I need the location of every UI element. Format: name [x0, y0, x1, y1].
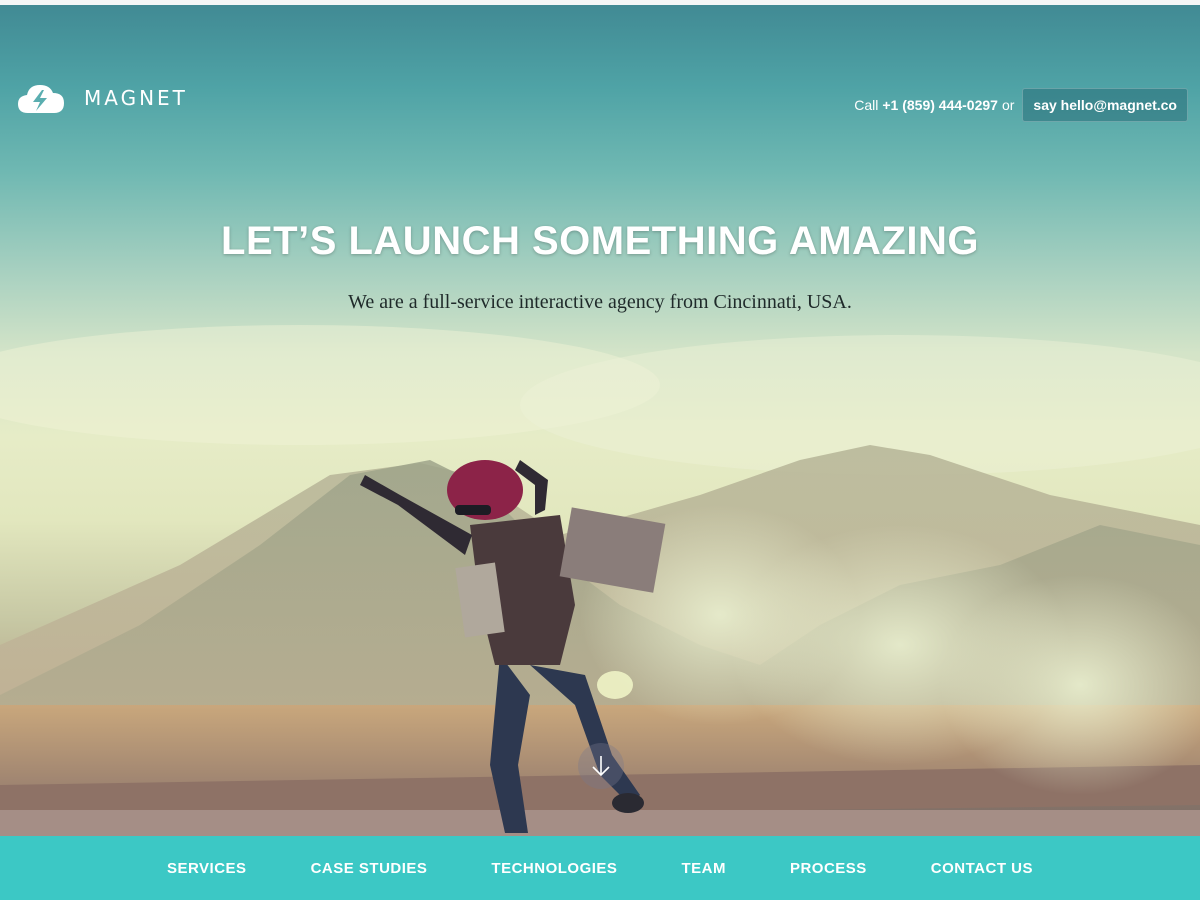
hero-section: MAGNET Call +1 (859) 444-0297 or say hel… — [0, 5, 1200, 836]
nav-item-process[interactable]: PROCESS — [790, 860, 867, 877]
nav-item-team[interactable]: TEAM — [681, 860, 726, 877]
nav-item-case-studies[interactable]: CASE STUDIES — [311, 860, 428, 877]
cloud-lightning-icon — [18, 85, 64, 113]
hero-photo — [0, 325, 1200, 836]
nav-item-services[interactable]: SERVICES — [167, 860, 247, 877]
call-prefix: Call — [854, 97, 879, 113]
brand-name: MAGNET — [84, 86, 188, 110]
scroll-down-button[interactable] — [578, 743, 624, 789]
hero-headline: LET’S LAUNCH SOMETHING AMAZING — [221, 219, 979, 263]
hero-subheadline: We are a full-service interactive agency… — [348, 291, 852, 313]
nav-item-technologies[interactable]: TECHNOLOGIES — [491, 860, 617, 877]
email-button[interactable]: say hello@magnet.co — [1022, 88, 1188, 122]
contact-area: Call +1 (859) 444-0297 or say hello@magn… — [854, 88, 1188, 122]
arrow-down-icon — [592, 756, 610, 777]
call-suffix: or — [1001, 97, 1015, 113]
page: MAGNET Call +1 (859) 444-0297 or say hel… — [0, 0, 1200, 900]
nav-item-contact-us[interactable]: CONTACT US — [931, 860, 1033, 877]
logo[interactable]: MAGNET — [16, 81, 188, 115]
phone-number[interactable]: +1 (859) 444-0297 — [882, 97, 998, 113]
main-nav: SERVICES CASE STUDIES TECHNOLOGIES TEAM … — [0, 836, 1200, 900]
